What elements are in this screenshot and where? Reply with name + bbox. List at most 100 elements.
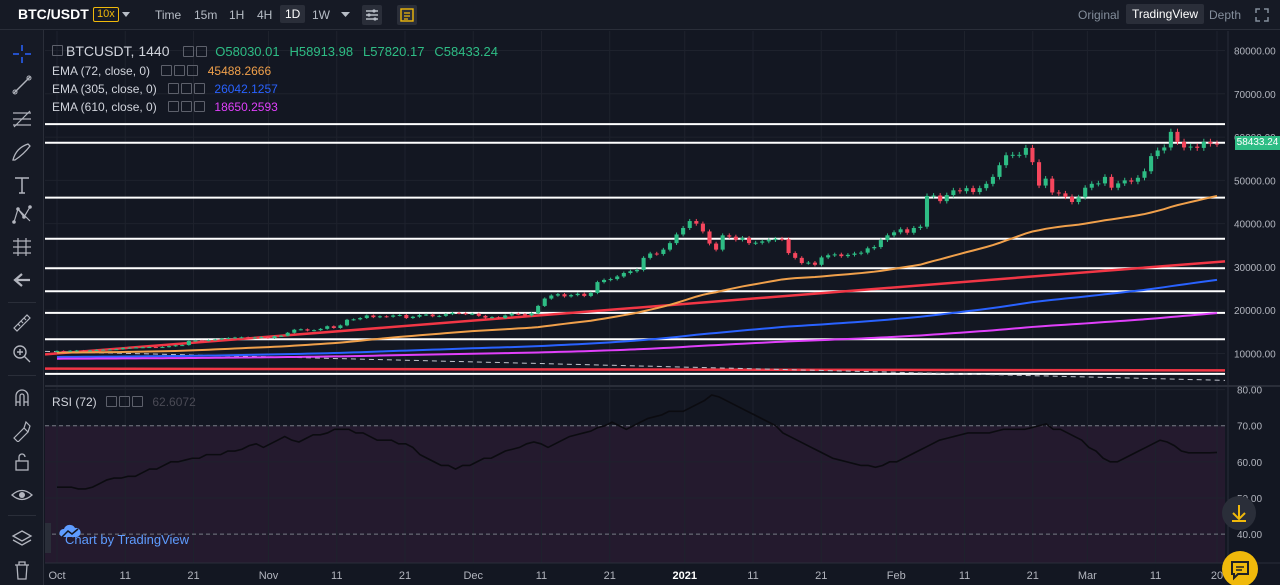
magnet-icon[interactable] [10, 386, 34, 410]
prediction-tool-icon[interactable] [10, 235, 34, 259]
text-tool-icon[interactable] [10, 173, 34, 197]
rsi-close-icon[interactable] [132, 396, 144, 407]
cloud-logo-icon [59, 524, 81, 538]
candle-body [509, 313, 514, 316]
interval-1w[interactable]: 1W [312, 8, 330, 22]
candle-body [1175, 131, 1180, 142]
settings-icon[interactable] [183, 46, 195, 57]
indicators-list-icon[interactable] [397, 5, 417, 25]
trash-icon[interactable] [10, 558, 34, 582]
back-arrow-icon[interactable] [10, 268, 34, 292]
candle [331, 325, 336, 329]
horizontal-levels[interactable] [45, 123, 1225, 375]
pair-selector[interactable]: BTC/USDT [18, 6, 89, 22]
price-chart[interactable]: 80000.0070000.0060000.0050000.0040000.00… [45, 31, 1280, 585]
interval-1h[interactable]: 1H [229, 8, 244, 22]
interval-15m[interactable]: 15m [194, 8, 217, 22]
view-tradingview[interactable]: TradingView [1126, 4, 1205, 24]
time-tick-label: 11 [959, 570, 970, 582]
interval-4h[interactable]: 4H [257, 8, 272, 22]
interval-time[interactable]: Time [155, 8, 181, 22]
candle [569, 293, 574, 298]
candle-body [898, 229, 903, 233]
tradingview-credit[interactable]: Chart by TradingView [59, 524, 189, 554]
candle-body [470, 313, 475, 315]
lock-drawing-icon[interactable] [10, 418, 34, 442]
candle [1030, 144, 1035, 165]
candle-body [595, 282, 600, 293]
rsi-tick-label: 70.00 [1237, 422, 1262, 433]
credit-text[interactable]: Chart by TradingView [65, 532, 189, 547]
ema-610-close-icon[interactable] [194, 101, 206, 112]
ema-610-settings-icon[interactable] [168, 101, 180, 112]
hide-icon[interactable] [196, 46, 208, 57]
view-depth[interactable]: Depth [1209, 8, 1241, 22]
candle [951, 187, 956, 198]
candle-body [621, 273, 626, 277]
candle [714, 241, 719, 252]
ruler-icon[interactable] [10, 311, 34, 335]
ema-72-settings-icon[interactable] [161, 65, 173, 76]
candle-body [134, 347, 139, 349]
download-arrow-icon [1232, 505, 1246, 522]
drawing-toolbar [0, 30, 44, 585]
candle-body [377, 316, 382, 318]
eye-icon[interactable] [10, 483, 34, 507]
candle-body [839, 254, 844, 257]
candle [747, 236, 752, 245]
layers-icon[interactable] [10, 527, 34, 551]
indicator-settings-icon[interactable] [362, 5, 382, 25]
pair-dropdown-icon[interactable] [122, 12, 130, 18]
ema-305-close-icon[interactable] [194, 83, 206, 94]
candle-body [1076, 197, 1081, 203]
ema-72-close-icon[interactable] [187, 65, 199, 76]
pattern-tool-icon[interactable] [10, 203, 34, 227]
candle-body [832, 254, 837, 256]
ema-305-settings-icon[interactable] [168, 83, 180, 94]
zoom-in-icon[interactable] [10, 342, 34, 366]
candle-body [588, 292, 593, 296]
collapse-legend-icon[interactable] [52, 45, 63, 56]
scroll-to-latest-button[interactable] [1222, 496, 1256, 530]
candle [760, 239, 765, 245]
candle-body [944, 195, 949, 202]
crosshair-icon[interactable] [10, 42, 34, 66]
chat-button[interactable] [1222, 551, 1258, 585]
candle-body [1162, 147, 1167, 151]
candle-body [450, 312, 455, 315]
collapse-panel-handle[interactable] [45, 523, 51, 553]
leverage-badge[interactable]: 10x [93, 7, 119, 22]
candle [410, 315, 415, 319]
chart-area[interactable]: 80000.0070000.0060000.0050000.0040000.00… [45, 31, 1280, 585]
candle [667, 241, 672, 252]
candle-body [1063, 193, 1068, 197]
ema-305-hide-icon[interactable] [181, 83, 193, 94]
unlock-icon[interactable] [10, 450, 34, 474]
ema-610-hide-icon[interactable] [181, 101, 193, 112]
candle [61, 350, 66, 352]
candles[interactable] [54, 128, 1220, 352]
time-tick-label: 21 [815, 570, 827, 582]
candle-body [1214, 143, 1220, 145]
brush-icon[interactable] [10, 140, 34, 164]
view-original[interactable]: Original [1078, 8, 1119, 22]
time-axis[interactable]: Oct 11 21 Nov 11 21 Dec 11 21 2021 11 21 Feb 11 21 Mar 1… [45, 562, 1280, 582]
candle-body [700, 223, 705, 232]
candle-body [760, 241, 765, 243]
price-axis[interactable]: 80000.0070000.0060000.0050000.0040000.00… [1227, 31, 1276, 563]
ema-610-line [56, 312, 1218, 360]
fib-tool-icon[interactable] [10, 107, 34, 131]
fullscreen-icon[interactable] [1255, 8, 1269, 22]
candle-body [94, 349, 99, 351]
time-tick-label: Dec [463, 570, 483, 582]
candle [1129, 177, 1134, 185]
ema-72-hide-icon[interactable] [174, 65, 186, 76]
interval-1d[interactable]: 1D [280, 5, 306, 23]
rsi-hide-icon[interactable] [119, 396, 131, 407]
interval-dropdown-icon[interactable] [341, 12, 350, 18]
trend-line-icon[interactable] [10, 73, 34, 97]
rsi-settings-icon[interactable] [106, 396, 118, 407]
candle [779, 236, 785, 242]
candle [186, 340, 191, 346]
candle-body [1102, 176, 1107, 184]
